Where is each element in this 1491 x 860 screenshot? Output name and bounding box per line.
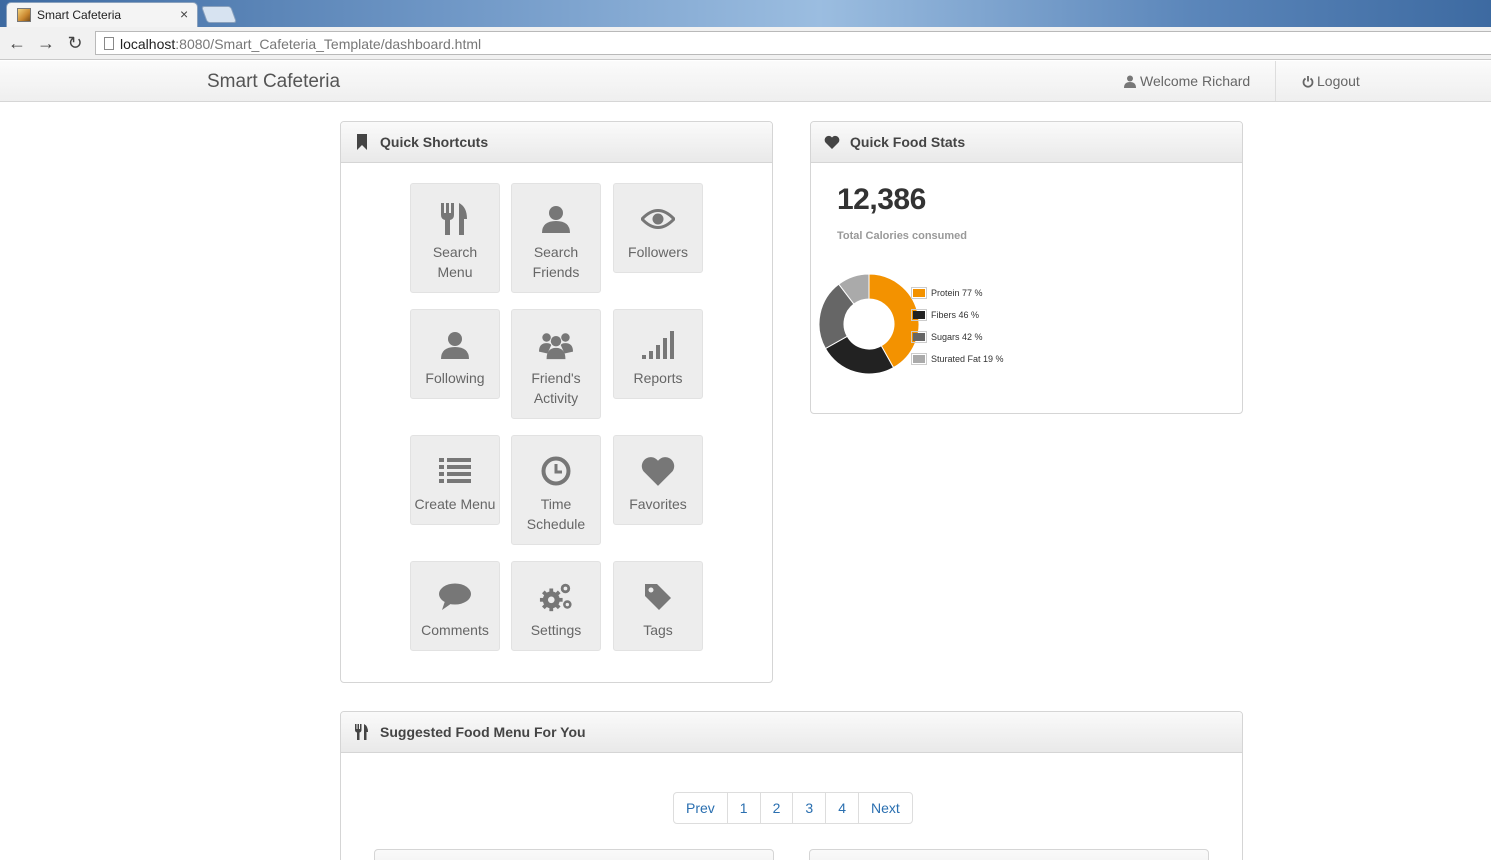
shortcut-create-menu[interactable]: Create Menu <box>410 435 500 525</box>
heart-icon <box>824 134 840 150</box>
legend-label: Protein 77 % <box>931 288 983 298</box>
user-icon <box>1124 75 1136 88</box>
page-link-2[interactable]: 2 <box>759 793 793 823</box>
back-icon[interactable]: ← <box>6 32 28 54</box>
heart-icon <box>641 454 675 488</box>
shortcut-label: Create Menu <box>414 496 496 512</box>
shortcut-settings[interactable]: Settings <box>511 561 601 651</box>
tab-close-icon[interactable]: × <box>180 6 188 22</box>
new-tab-button[interactable] <box>200 6 238 23</box>
clock-icon <box>539 454 573 488</box>
page-link-1[interactable]: 1 <box>726 793 760 823</box>
quick-food-stats-widget: Quick Food Stats 12,386 Total Calories c… <box>810 121 1243 414</box>
page-link-3[interactable]: 3 <box>792 793 825 823</box>
shortcut-label: Settings <box>530 622 582 638</box>
user-icon <box>438 328 472 362</box>
address-bar[interactable]: localhost:8080/Smart_Cafeteria_Template/… <box>95 31 1491 55</box>
widget-header: Quick Shortcuts <box>341 122 772 163</box>
logout-text: Logout <box>1317 73 1360 89</box>
brand-link[interactable]: Smart Cafeteria <box>207 71 340 93</box>
tab-title: Smart Cafeteria <box>37 8 122 22</box>
page-link-next[interactable]: Next <box>857 793 912 823</box>
shortcut-label: Friend's Activity <box>531 370 581 406</box>
page-link-prev[interactable]: Prev <box>674 793 727 823</box>
cutlery-icon <box>354 724 370 740</box>
pagination: Prev 1 2 3 4 Next <box>673 792 913 824</box>
cogs-icon <box>539 580 573 614</box>
url-path: :8080/Smart_Cafeteria_Template/dashboard… <box>175 36 482 52</box>
welcome-text: Welcome Richard <box>1140 73 1251 89</box>
legend-item: Fibers 46 % <box>911 304 1004 326</box>
browser-tab[interactable]: Smart Cafeteria × <box>6 2 198 27</box>
legend-item: Protein 77 % <box>911 282 1004 304</box>
page-link-4[interactable]: 4 <box>825 793 858 823</box>
browser-toolbar: ← → ↻ localhost:8080/Smart_Cafeteria_Tem… <box>0 27 1491 60</box>
shortcut-comments[interactable]: Comments <box>410 561 500 651</box>
shortcut-reports[interactable]: Reports <box>613 309 703 399</box>
shortcut-label: Reports <box>633 370 683 386</box>
cutlery-icon <box>438 202 472 236</box>
widget-title: Quick Shortcuts <box>380 134 489 150</box>
comment-icon <box>438 580 472 614</box>
shortcut-following[interactable]: Following <box>410 309 500 399</box>
legend-label: Sugars 42 % <box>931 332 983 342</box>
navbar-divider <box>1275 61 1276 101</box>
forward-icon[interactable]: → <box>35 32 57 54</box>
url-host: localhost <box>120 36 176 52</box>
menu-card <box>809 849 1209 860</box>
shortcut-favorites[interactable]: Favorites <box>613 435 703 525</box>
shortcut-label: Favorites <box>629 496 687 512</box>
menu-card <box>374 849 774 860</box>
shortcut-label: Search Friends <box>532 244 580 280</box>
power-icon <box>1302 75 1314 88</box>
shortcut-label: Tags <box>643 622 673 638</box>
widget-title: Suggested Food Menu For You <box>380 724 586 740</box>
browser-tabstrip: Smart Cafeteria × <box>0 0 1491 27</box>
total-calories-label: Total Calories consumed <box>837 230 967 242</box>
widget-title: Quick Food Stats <box>850 134 966 150</box>
reload-icon[interactable]: ↻ <box>64 32 86 54</box>
shortcut-time-schedule[interactable]: Time Schedule <box>511 435 601 545</box>
legend-label: Sturated Fat 19 % <box>931 354 1004 364</box>
suggested-menu-widget: Suggested Food Menu For You Prev 1 2 3 4 Next <box>340 711 1243 860</box>
shortcut-search-friends[interactable]: Search Friends <box>511 183 601 293</box>
shortcut-label: Followers <box>628 244 688 260</box>
tag-icon <box>641 580 675 614</box>
nutrition-donut-chart <box>818 273 920 375</box>
welcome-link[interactable]: Welcome Richard <box>1124 73 1250 89</box>
shortcut-tags[interactable]: Tags <box>613 561 703 651</box>
shortcut-friend-s-activity[interactable]: Friend's Activity <box>511 309 601 419</box>
shortcut-label: Time Schedule <box>526 496 586 532</box>
legend-swatch <box>911 353 927 365</box>
total-calories-value: 12,386 <box>837 183 926 216</box>
list-icon <box>438 454 472 488</box>
quick-shortcuts-widget: Quick Shortcuts Search Menu Search Friend… <box>340 121 773 683</box>
widget-header: Suggested Food Menu For You <box>341 712 1242 753</box>
app-navbar: Smart Cafeteria Welcome Richard Logout <box>0 61 1491 102</box>
widget-header: Quick Food Stats <box>811 122 1242 163</box>
bookmark-icon <box>354 134 370 150</box>
legend-item: Sturated Fat 19 % <box>911 348 1004 370</box>
legend-label: Fibers 46 % <box>931 310 980 320</box>
user-icon <box>539 202 573 236</box>
group-icon <box>539 328 573 362</box>
legend-swatch <box>911 309 927 321</box>
page-icon <box>104 37 114 50</box>
eye-icon <box>641 202 675 236</box>
legend-swatch <box>911 287 927 299</box>
chart-legend: Protein 77 % Fibers 46 % Sugars 42 % Sturat… <box>911 282 1004 370</box>
favicon-icon <box>17 8 31 22</box>
legend-swatch <box>911 331 927 343</box>
shortcut-label: Following <box>425 370 485 386</box>
shortcut-label: Comments <box>421 622 489 638</box>
shortcut-label: Search Menu <box>432 244 478 280</box>
legend-item: Sugars 42 % <box>911 326 1004 348</box>
url-text[interactable]: localhost:8080/Smart_Cafeteria_Template/… <box>120 36 481 52</box>
shortcut-followers[interactable]: Followers <box>613 183 703 273</box>
shortcut-search-menu[interactable]: Search Menu <box>410 183 500 293</box>
signal-icon <box>641 328 675 362</box>
logout-link[interactable]: Logout <box>1302 73 1360 89</box>
